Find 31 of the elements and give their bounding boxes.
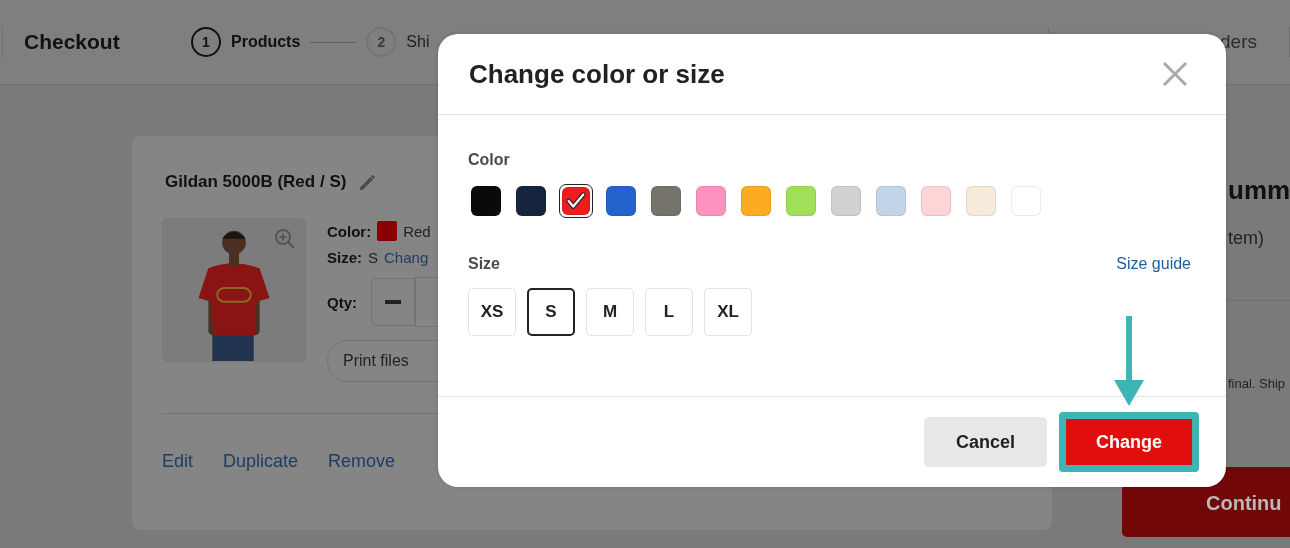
page-title: Checkout <box>24 30 121 54</box>
color-swatch <box>377 221 398 241</box>
close-icon[interactable] <box>1162 61 1188 87</box>
step-number: 2 <box>366 27 397 57</box>
item-count: tem) <box>1228 228 1265 249</box>
qty-label: Qty: <box>327 293 357 311</box>
step-label: Products <box>231 33 301 51</box>
size-option[interactable]: S <box>527 288 575 336</box>
step-number: 1 <box>191 27 221 57</box>
color-value: Red <box>403 222 431 240</box>
change-button[interactable]: Change <box>1059 412 1199 472</box>
dialog-title: Change color or size <box>469 58 725 90</box>
change-size-link[interactable]: Chang <box>384 248 429 266</box>
cancel-button[interactable]: Cancel <box>924 417 1047 467</box>
summary-note: final. Ship <box>1228 376 1287 391</box>
minus-icon <box>385 300 401 304</box>
size-option[interactable]: XS <box>468 288 516 336</box>
size-guide-link[interactable]: Size guide <box>1116 255 1191 273</box>
size-option[interactable]: XL <box>704 288 752 336</box>
size-label: Size <box>468 255 500 273</box>
size-value: S <box>368 248 379 266</box>
color-label: Color: <box>327 222 372 240</box>
size-label: Size: <box>327 248 362 266</box>
step-label: Shi <box>406 33 430 51</box>
color-label: Color <box>468 151 511 169</box>
size-option[interactable]: L <box>645 288 693 336</box>
summary-title: umm <box>1228 175 1290 206</box>
size-option[interactable]: M <box>586 288 634 336</box>
zoom-icon[interactable] <box>273 227 297 251</box>
product-title: Gildan 5000B (Red / S) <box>165 172 347 192</box>
decrease-button[interactable] <box>371 278 415 326</box>
